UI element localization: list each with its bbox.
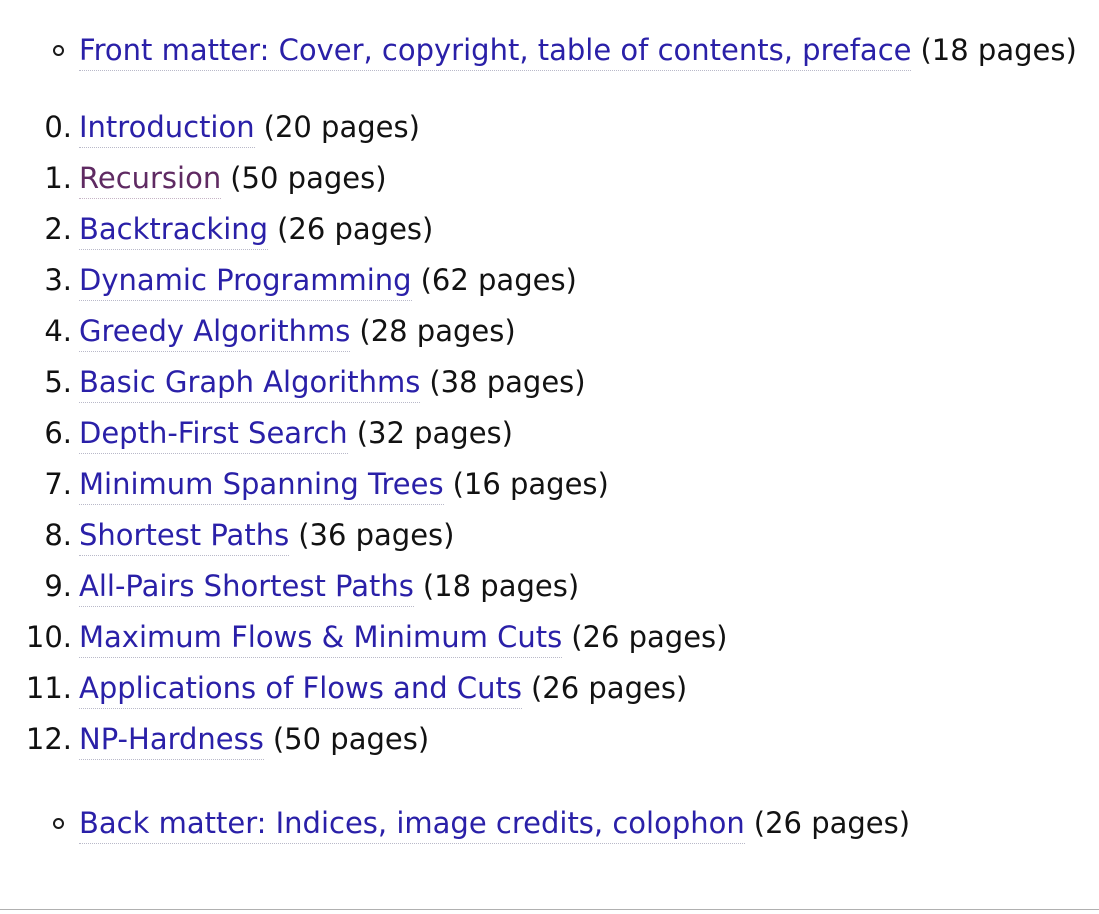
chapter-number-11: 11. — [25, 671, 72, 705]
link-front-matter[interactable]: Front matter: Cover, copyright, table of… — [79, 33, 912, 71]
list-item-chapter-10: 10. Maximum Flows & Minimum Cuts (26 page… — [0, 620, 1099, 658]
list-item-chapter-6: 6. Depth-First Search (32 pages) — [0, 416, 1099, 454]
link-back-matter[interactable]: Back matter: Indices, image credits, col… — [79, 806, 745, 844]
link-chapter-6[interactable]: Depth-First Search — [79, 416, 348, 454]
chapter-entry-8: Shortest Paths (36 pages) — [79, 518, 455, 556]
link-chapter-8[interactable]: Shortest Paths — [79, 518, 290, 556]
chapter-number-0: 0. — [44, 110, 72, 144]
chapter-entry-4: Greedy Algorithms (28 pages) — [79, 314, 516, 352]
table-of-contents: Front matter: Cover, copyright, table of… — [0, 33, 1099, 844]
chapter-page-count-8: (36 pages) — [298, 518, 455, 552]
chapter-page-count-12: (50 pages) — [272, 722, 430, 756]
chapter-entry-11: Applications of Flows and Cuts (26 pages) — [79, 671, 688, 709]
link-chapter-10[interactable]: Maximum Flows & Minimum Cuts — [79, 620, 563, 658]
chapter-entry-5: Basic Graph Algorithms (38 pages) — [79, 365, 586, 403]
front-matter-list: Front matter: Cover, copyright, table of… — [0, 33, 1099, 71]
list-item-back-matter: Back matter: Indices, image credits, col… — [0, 806, 1099, 844]
chapter-page-count-5: (38 pages) — [429, 365, 586, 399]
chapter-number-12: 12. — [25, 722, 72, 756]
chapter-list: 0. Introduction (20 pages) 1. Recursion (5… — [0, 110, 1099, 760]
chapter-number-4: 4. — [44, 314, 72, 348]
list-item-chapter-3: 3. Dynamic Programming (62 pages) — [0, 263, 1099, 301]
list-item-front-matter: Front matter: Cover, copyright, table of… — [0, 33, 1099, 71]
link-chapter-11[interactable]: Applications of Flows and Cuts — [79, 671, 522, 709]
list-item-chapter-0: 0. Introduction (20 pages) — [0, 110, 1099, 148]
bottom-divider — [0, 909, 1099, 910]
chapter-entry-2: Backtracking (26 pages) — [79, 212, 434, 250]
link-chapter-3[interactable]: Dynamic Programming — [79, 263, 412, 301]
chapter-entry-3: Dynamic Programming (62 pages) — [79, 263, 577, 301]
chapter-page-count-2: (26 pages) — [277, 212, 434, 246]
chapter-entry-0: Introduction (20 pages) — [79, 110, 420, 148]
chapter-number-10: 10. — [25, 620, 72, 654]
chapter-page-count-1: (50 pages) — [230, 161, 387, 195]
list-item-chapter-1: 1. Recursion (50 pages) — [0, 161, 1099, 199]
chapter-page-count-11: (26 pages) — [530, 671, 688, 705]
link-chapter-1[interactable]: Recursion — [79, 161, 222, 199]
chapter-number-3: 3. — [44, 263, 72, 297]
chapter-number-2: 2. — [44, 212, 72, 246]
chapter-page-count-6: (32 pages) — [356, 416, 513, 450]
chapter-number-9: 9. — [44, 569, 72, 603]
chapter-entry-7: Minimum Spanning Trees (16 pages) — [79, 467, 609, 505]
list-item-chapter-8: 8. Shortest Paths (36 pages) — [0, 518, 1099, 556]
list-item-chapter-7: 7. Minimum Spanning Trees (16 pages) — [0, 467, 1099, 505]
chapter-entry-9: All-Pairs Shortest Paths (18 pages) — [79, 569, 580, 607]
front-matter-entry: Front matter: Cover, copyright, table of… — [79, 33, 1077, 71]
link-chapter-9[interactable]: All-Pairs Shortest Paths — [79, 569, 414, 607]
chapter-page-count-0: (20 pages) — [263, 110, 420, 144]
link-chapter-0[interactable]: Introduction — [79, 110, 255, 148]
chapter-entry-12: NP-Hardness (50 pages) — [79, 722, 430, 760]
chapter-page-count-3: (62 pages) — [420, 263, 577, 297]
list-item-chapter-11: 11. Applications of Flows and Cuts (26 pa… — [0, 671, 1099, 709]
chapter-page-count-10: (26 pages) — [571, 620, 728, 654]
chapter-entry-6: Depth-First Search (32 pages) — [79, 416, 513, 454]
chapter-page-count-4: (28 pages) — [359, 314, 516, 348]
circle-bullet-icon — [0, 43, 79, 60]
link-chapter-2[interactable]: Backtracking — [79, 212, 269, 250]
chapter-number-5: 5. — [44, 365, 72, 399]
back-matter-list: Back matter: Indices, image credits, col… — [0, 806, 1099, 844]
list-item-chapter-12: 12. NP-Hardness (50 pages) — [0, 722, 1099, 760]
list-item-chapter-2: 2. Backtracking (26 pages) — [0, 212, 1099, 250]
link-chapter-5[interactable]: Basic Graph Algorithms — [79, 365, 421, 403]
link-chapter-12[interactable]: NP-Hardness — [79, 722, 264, 760]
back-matter-page-count: (26 pages) — [753, 806, 911, 840]
chapter-number-8: 8. — [44, 518, 72, 552]
chapter-page-count-7: (16 pages) — [452, 467, 609, 501]
list-item-chapter-5: 5. Basic Graph Algorithms (38 pages) — [0, 365, 1099, 403]
list-item-chapter-9: 9. All-Pairs Shortest Paths (18 pages) — [0, 569, 1099, 607]
link-chapter-7[interactable]: Minimum Spanning Trees — [79, 467, 444, 505]
link-chapter-4[interactable]: Greedy Algorithms — [79, 314, 351, 352]
chapter-page-count-9: (18 pages) — [422, 569, 580, 603]
chapter-entry-10: Maximum Flows & Minimum Cuts (26 pages) — [79, 620, 728, 658]
chapter-entry-1: Recursion (50 pages) — [79, 161, 387, 199]
chapter-number-6: 6. — [44, 416, 72, 450]
front-matter-page-count: (18 pages) — [920, 33, 1077, 67]
list-item-chapter-4: 4. Greedy Algorithms (28 pages) — [0, 314, 1099, 352]
back-matter-entry: Back matter: Indices, image credits, col… — [79, 806, 911, 844]
chapter-number-1: 1. — [44, 161, 72, 195]
chapter-number-7: 7. — [44, 467, 72, 501]
circle-bullet-icon — [0, 816, 79, 833]
